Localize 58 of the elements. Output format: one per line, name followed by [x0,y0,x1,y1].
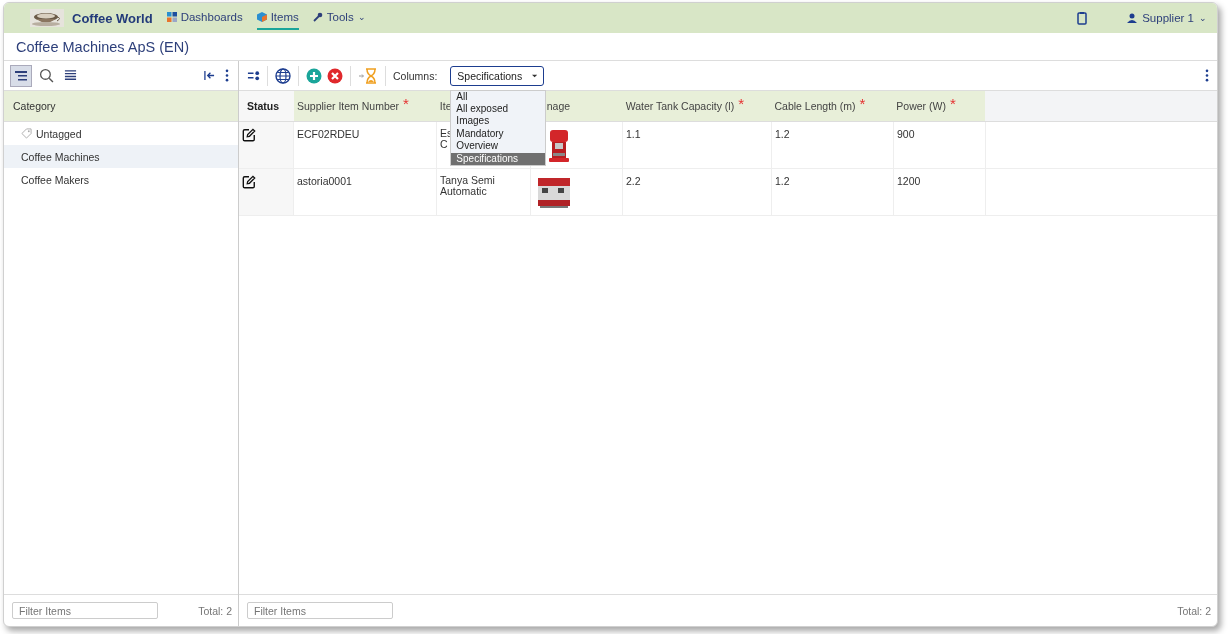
wrench-icon [312,12,323,22]
user-menu[interactable]: Supplier 1 ⌄ [1127,12,1207,24]
close-icon [327,67,343,84]
user-icon [1127,13,1138,23]
dashboard-icon [166,12,177,22]
table-cell: ECF02RDEU [297,128,360,140]
column-header[interactable]: Status [239,91,294,121]
category-item[interactable]: Untagged [4,122,238,145]
table-cell: 1.2 [775,128,790,140]
category-item[interactable]: Coffee Makers [4,168,238,191]
caret-icon [532,73,538,78]
category-item[interactable]: Coffee Machines [4,145,238,168]
required-mark: * [859,94,866,112]
total-count: Total: 2 [198,604,232,617]
clipboard-icon[interactable] [1077,11,1088,25]
table-cell: 900 [897,128,915,140]
table-cell: 1.2 [775,175,790,187]
edit-icon[interactable] [242,128,256,142]
more-icon [1205,69,1209,82]
table-cell: 2.2 [626,175,641,187]
hourglass-icon [358,67,378,84]
list-icon [64,69,77,82]
app-name: Coffee World [72,10,153,26]
column-header[interactable]: Supplier Item Number * [293,91,437,121]
required-mark: * [949,94,956,112]
nav-tab[interactable]: Dashboards [166,6,243,30]
tree-icon [14,68,28,83]
columns-label: Columns: [393,69,438,82]
column-header[interactable]: Power (W) * [893,91,986,121]
filter-field[interactable]: Filter Items [12,602,158,619]
column-header[interactable]: Water Tank Capacity (l) * [622,91,772,121]
settings-icon [247,70,260,81]
dropdown-option[interactable]: Overview [451,140,546,153]
cube-icon [256,12,267,22]
column-header[interactable]: Cable Length (m) * [771,91,894,121]
globe-icon [275,67,291,84]
table-cell: astoria0001 [297,175,352,187]
table-cell: 1200 [897,175,921,187]
dropdown-option[interactable]: Mandatory [451,127,546,141]
table-cell: Tanya Semi Automatic [440,175,495,197]
table-cell: 1.1 [626,128,641,140]
total-count: Total: 2 [1177,604,1211,617]
filter-field[interactable]: Filter Items [247,602,393,619]
nav-tab[interactable]: Tools ⌄ [312,6,366,30]
page-title: Coffee Machines ApS (EN) [16,38,189,55]
edit-icon[interactable] [242,175,256,189]
column-header: Category [13,100,56,112]
search-icon [39,68,54,83]
tree-view-button[interactable] [10,64,32,87]
required-mark: * [403,94,409,112]
more-icon [225,69,229,82]
nav-tab[interactable]: Items [256,6,299,30]
tag-icon [21,128,32,139]
required-mark: * [738,94,744,112]
add-icon [306,67,322,84]
collapse-icon [204,70,215,81]
columns-dropdown[interactable]: Specifications [450,65,545,86]
dropdown-option[interactable]: Specifications [451,152,546,165]
